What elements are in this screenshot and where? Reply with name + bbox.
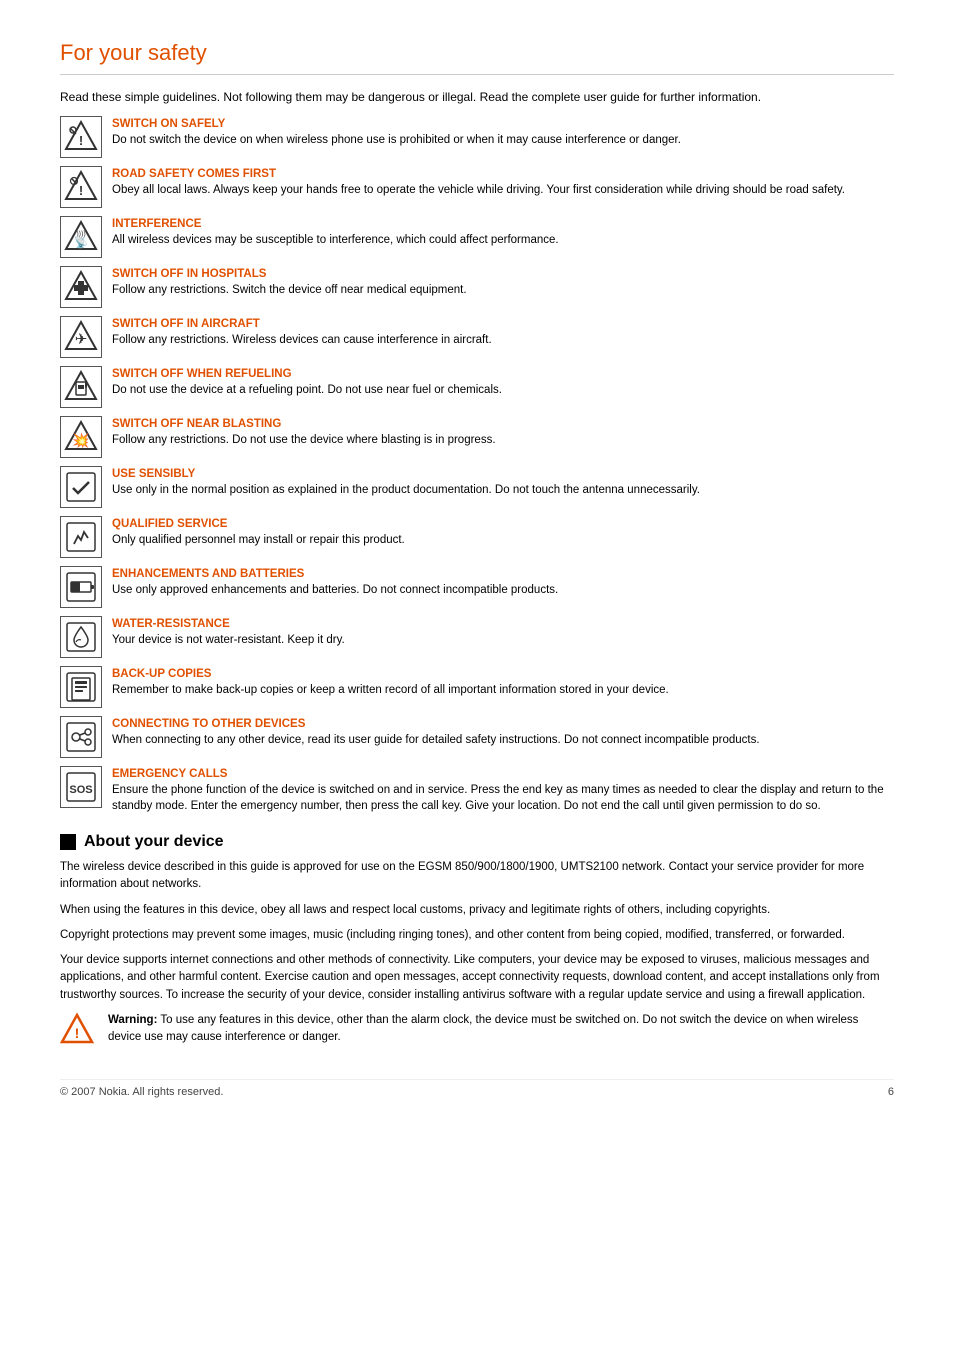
page-number: 6 bbox=[888, 1086, 894, 1098]
aircraft-icon: ✈ bbox=[60, 316, 102, 358]
safety-items-container: ! SWITCH ON SAFELY Do not switch the dev… bbox=[60, 116, 894, 815]
warning-block: ! Warning: To use any features in this d… bbox=[60, 1012, 894, 1049]
svg-text:!: ! bbox=[79, 133, 83, 148]
safety-desc-interference: All wireless devices may be susceptible … bbox=[112, 232, 894, 249]
intro-text: Read these simple guidelines. Not follow… bbox=[60, 89, 894, 106]
safety-title-qualified-service: QUALIFIED SERVICE bbox=[112, 518, 894, 530]
safety-title-emergency: EMERGENCY CALLS bbox=[112, 768, 894, 780]
square-icon bbox=[60, 834, 76, 850]
safety-content-backup: BACK-UP COPIES Remember to make back-up … bbox=[112, 666, 894, 699]
safety-desc-qualified-service: Only qualified personnel may install or … bbox=[112, 532, 894, 549]
safety-desc-road-safety: Obey all local laws. Always keep your ha… bbox=[112, 182, 894, 199]
safety-title-switch-on-safely: SWITCH ON SAFELY bbox=[112, 118, 894, 130]
safety-title-interference: INTERFERENCE bbox=[112, 218, 894, 230]
safety-content-emergency: EMERGENCY CALLS Ensure the phone functio… bbox=[112, 766, 894, 815]
safety-title-backup: BACK-UP COPIES bbox=[112, 668, 894, 680]
safety-item-qualified-service: QUALIFIED SERVICE Only qualified personn… bbox=[60, 516, 894, 558]
page-title: For your safety bbox=[60, 40, 894, 75]
safety-desc-enhancements: Use only approved enhancements and batte… bbox=[112, 582, 894, 599]
warning-icon: ! bbox=[60, 1012, 98, 1049]
safety-content-enhancements: ENHANCEMENTS AND BATTERIES Use only appr… bbox=[112, 566, 894, 599]
hospital-icon bbox=[60, 266, 102, 308]
about-section-heading: About your device bbox=[60, 833, 894, 851]
safety-item-refueling: SWITCH OFF WHEN REFUELING Do not use the… bbox=[60, 366, 894, 408]
svg-text:!: ! bbox=[79, 183, 83, 198]
safety-content-use-sensibly: USE SENSIBLY Use only in the normal posi… bbox=[112, 466, 894, 499]
about-para-3: Your device supports internet connection… bbox=[60, 952, 894, 1004]
safety-item-hospitals: SWITCH OFF IN HOSPITALS Follow any restr… bbox=[60, 266, 894, 308]
safety-item-blasting: 💥 SWITCH OFF NEAR BLASTING Follow any re… bbox=[60, 416, 894, 458]
safety-title-use-sensibly: USE SENSIBLY bbox=[112, 468, 894, 480]
copyright: © 2007 Nokia. All rights reserved. bbox=[60, 1086, 223, 1098]
safety-desc-water-resistance: Your device is not water-resistant. Keep… bbox=[112, 632, 894, 649]
safety-item-use-sensibly: USE SENSIBLY Use only in the normal posi… bbox=[60, 466, 894, 508]
safety-item-connecting: CONNECTING TO OTHER DEVICES When connect… bbox=[60, 716, 894, 758]
footer: © 2007 Nokia. All rights reserved. 6 bbox=[60, 1079, 894, 1098]
blasting-icon: 💥 bbox=[60, 416, 102, 458]
safety-desc-emergency: Ensure the phone function of the device … bbox=[112, 782, 894, 815]
safety-title-enhancements: ENHANCEMENTS AND BATTERIES bbox=[112, 568, 894, 580]
safety-item-road-safety: ! ROAD SAFETY COMES FIRST Obey all local… bbox=[60, 166, 894, 208]
safety-item-enhancements: ENHANCEMENTS AND BATTERIES Use only appr… bbox=[60, 566, 894, 608]
safety-title-water-resistance: WATER-RESISTANCE bbox=[112, 618, 894, 630]
safety-desc-switch-on-safely: Do not switch the device on when wireles… bbox=[112, 132, 894, 149]
safety-content-hospitals: SWITCH OFF IN HOSPITALS Follow any restr… bbox=[112, 266, 894, 299]
safety-content-qualified-service: QUALIFIED SERVICE Only qualified personn… bbox=[112, 516, 894, 549]
safety-content-connecting: CONNECTING TO OTHER DEVICES When connect… bbox=[112, 716, 894, 749]
safety-title-connecting: CONNECTING TO OTHER DEVICES bbox=[112, 718, 894, 730]
safety-content-switch-on-safely: SWITCH ON SAFELY Do not switch the devic… bbox=[112, 116, 894, 149]
safety-item-backup: BACK-UP COPIES Remember to make back-up … bbox=[60, 666, 894, 708]
about-paragraphs: The wireless device described in this gu… bbox=[60, 859, 894, 1004]
safety-item-aircraft: ✈ SWITCH OFF IN AIRCRAFT Follow any rest… bbox=[60, 316, 894, 358]
safety-desc-blasting: Follow any restrictions. Do not use the … bbox=[112, 432, 894, 449]
battery-icon bbox=[60, 566, 102, 608]
safety-title-refueling: SWITCH OFF WHEN REFUELING bbox=[112, 368, 894, 380]
svg-text:✈: ✈ bbox=[75, 331, 88, 348]
safety-desc-refueling: Do not use the device at a refueling poi… bbox=[112, 382, 894, 399]
safety-content-refueling: SWITCH OFF WHEN REFUELING Do not use the… bbox=[112, 366, 894, 399]
safety-content-aircraft: SWITCH OFF IN AIRCRAFT Follow any restri… bbox=[112, 316, 894, 349]
svg-text:📡: 📡 bbox=[74, 235, 88, 249]
sensibly-icon bbox=[60, 466, 102, 508]
safety-desc-use-sensibly: Use only in the normal position as expla… bbox=[112, 482, 894, 499]
connecting-icon bbox=[60, 716, 102, 758]
sos-icon: SOS bbox=[60, 766, 102, 808]
safety-item-interference: )))) 📡 INTERFERENCE All wireless devices… bbox=[60, 216, 894, 258]
about-para-1: When using the features in this device, … bbox=[60, 902, 894, 919]
backup-icon bbox=[60, 666, 102, 708]
safety-content-road-safety: ROAD SAFETY COMES FIRST Obey all local l… bbox=[112, 166, 894, 199]
svg-text:!: ! bbox=[75, 1025, 80, 1041]
water-icon bbox=[60, 616, 102, 658]
safety-desc-backup: Remember to make back-up copies or keep … bbox=[112, 682, 894, 699]
about-para-0: The wireless device described in this gu… bbox=[60, 859, 894, 894]
safety-content-interference: INTERFERENCE All wireless devices may be… bbox=[112, 216, 894, 249]
safety-item-switch-on-safely: ! SWITCH ON SAFELY Do not switch the dev… bbox=[60, 116, 894, 158]
safety-title-hospitals: SWITCH OFF IN HOSPITALS bbox=[112, 268, 894, 280]
phone-prohibited-icon: ! bbox=[60, 116, 102, 158]
safety-item-emergency: SOS EMERGENCY CALLS Ensure the phone fun… bbox=[60, 766, 894, 815]
road-icon: ! bbox=[60, 166, 102, 208]
safety-item-water-resistance: WATER-RESISTANCE Your device is not wate… bbox=[60, 616, 894, 658]
fuel-icon bbox=[60, 366, 102, 408]
safety-content-water-resistance: WATER-RESISTANCE Your device is not wate… bbox=[112, 616, 894, 649]
safety-desc-hospitals: Follow any restrictions. Switch the devi… bbox=[112, 282, 894, 299]
safety-title-blasting: SWITCH OFF NEAR BLASTING bbox=[112, 418, 894, 430]
interference-icon: )))) 📡 bbox=[60, 216, 102, 258]
safety-content-blasting: SWITCH OFF NEAR BLASTING Follow any rest… bbox=[112, 416, 894, 449]
safety-title-aircraft: SWITCH OFF IN AIRCRAFT bbox=[112, 318, 894, 330]
safety-desc-aircraft: Follow any restrictions. Wireless device… bbox=[112, 332, 894, 349]
safety-desc-connecting: When connecting to any other device, rea… bbox=[112, 732, 894, 749]
svg-text:SOS: SOS bbox=[69, 784, 92, 796]
warning-text: Warning: To use any features in this dev… bbox=[108, 1012, 894, 1045]
safety-title-road-safety: ROAD SAFETY COMES FIRST bbox=[112, 168, 894, 180]
service-icon bbox=[60, 516, 102, 558]
about-para-2: Copyright protections may prevent some i… bbox=[60, 927, 894, 944]
svg-text:💥: 💥 bbox=[72, 432, 89, 449]
